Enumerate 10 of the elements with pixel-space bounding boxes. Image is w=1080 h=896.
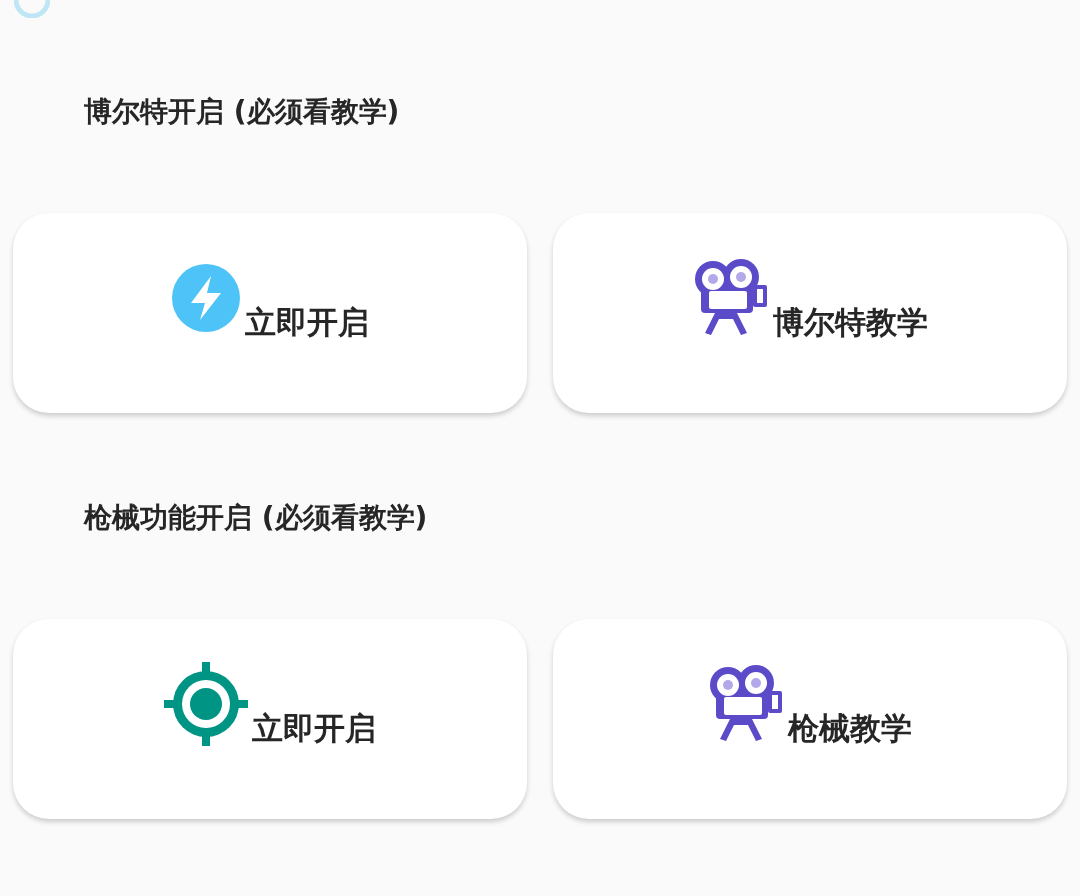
action-card[interactable]: 博尔特教学 [553, 213, 1067, 413]
lightning-icon [171, 263, 241, 333]
video-camera-icon [692, 259, 769, 337]
action-card[interactable]: 枪械教学 [553, 619, 1067, 819]
action-card[interactable]: 立即开启 [13, 213, 527, 413]
action-card[interactable]: 立即开启 [13, 619, 527, 819]
crosshair-icon [164, 662, 248, 746]
section-heading: 博尔特开启 (必须看教学) [84, 94, 401, 130]
video-camera-icon [708, 665, 784, 743]
section-heading: 枪械功能开启 (必须看教学) [84, 500, 429, 536]
